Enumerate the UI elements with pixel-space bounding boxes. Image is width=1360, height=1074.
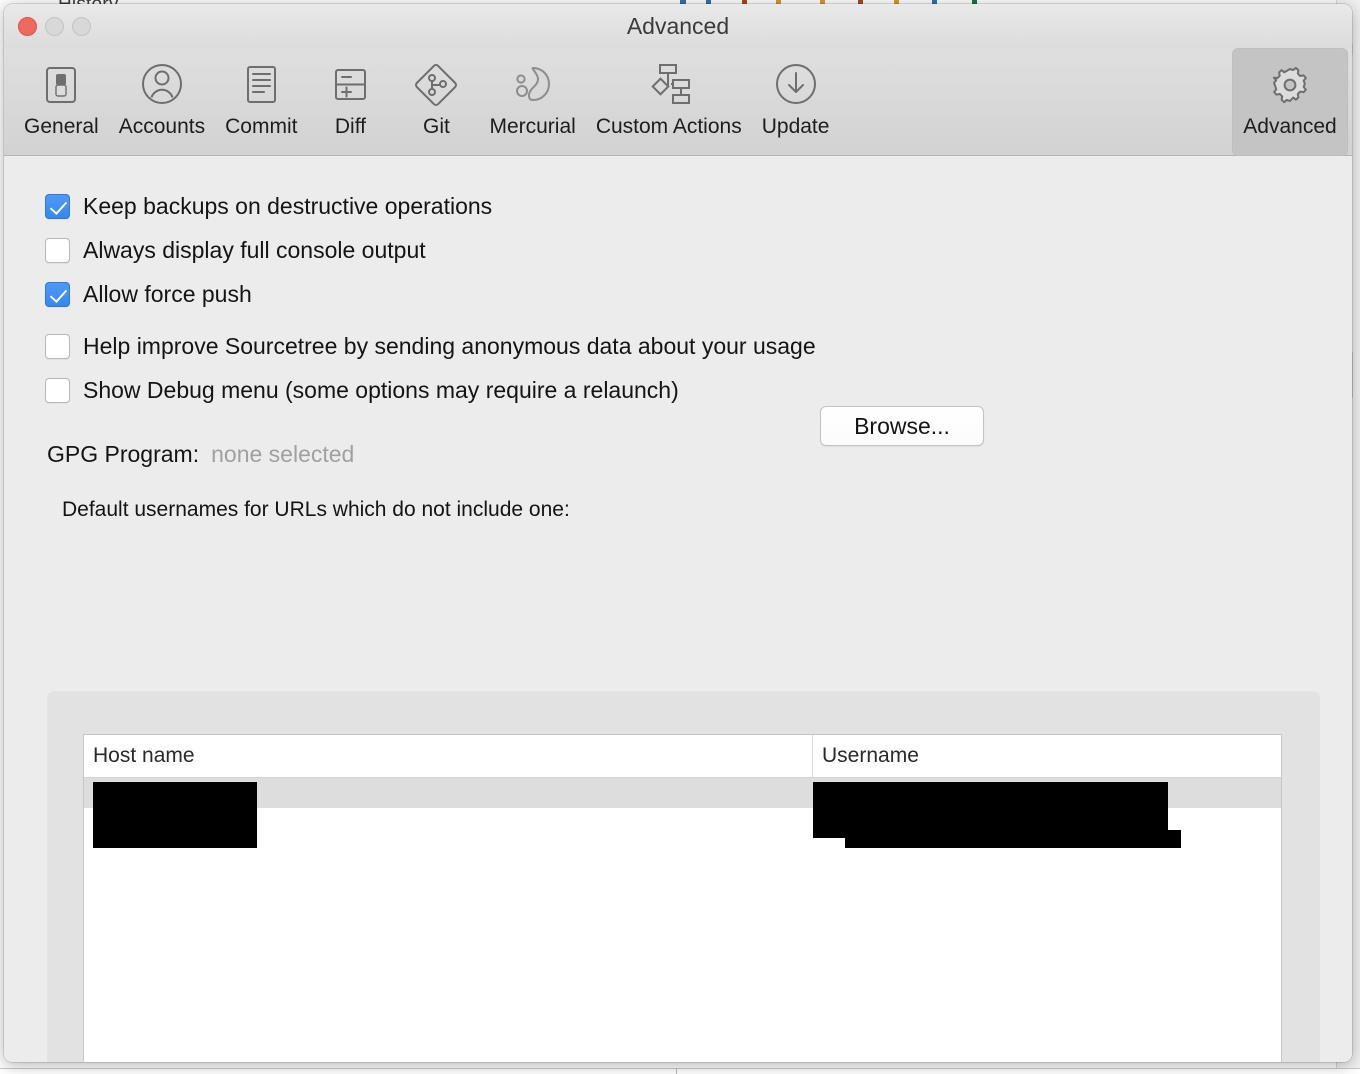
checkbox-show-debug-menu[interactable] [45,377,70,403]
option-label: Help improve Sourcetree by sending anony… [83,332,816,359]
toolbar-item-label: Mercurial [489,115,576,138]
option-row-keep-backups[interactable]: Keep backups on destructive operations [4,184,1352,228]
gpg-program-row: GPG Program: none selected [4,432,1352,476]
toolbar-item-label: Commit [225,115,298,138]
git-icon [410,56,462,114]
toolbar-item-label: General [24,115,99,138]
toolbar-item-label: Custom Actions [595,115,742,138]
usernames-table-header: Host name Username [84,735,1281,778]
gpg-program-label: GPG Program: [47,440,200,467]
diff-icon [327,56,373,114]
preferences-window: Advanced General Accounts Commit Diff Gi… [4,4,1352,1062]
toolbar-item-label: Accounts [118,115,206,138]
toolbar-item-git[interactable]: Git [393,48,479,156]
advanced-pane: Keep backups on destructive operations A… [4,156,1352,1062]
toolbar-item-advanced[interactable]: Advanced [1232,48,1348,156]
toolbar-item-diff[interactable]: Diff [307,48,393,156]
column-header-username[interactable]: Username [813,735,1281,777]
table-row[interactable] [84,804,1281,848]
option-row-full-console-output[interactable]: Always display full console output [4,228,1352,272]
checkbox-help-improve[interactable] [45,333,70,359]
option-label: Allow force push [83,280,252,307]
preferences-toolbar: General Accounts Commit Diff Git Mercuri… [4,48,1352,156]
toolbar-item-general[interactable]: General [14,48,109,156]
toolbar-item-label: Diff [334,115,367,138]
toolbar-item-custom-actions[interactable]: Custom Actions [586,48,752,156]
checkbox-full-console-output[interactable] [45,237,70,263]
accounts-icon [137,56,187,114]
cell-host-name [84,804,813,848]
window-titlebar: Advanced [4,4,1352,48]
redaction-block [93,804,257,848]
checkbox-keep-backups[interactable] [45,193,70,219]
default-usernames-label: Default usernames for URLs which do not … [62,498,570,521]
toolbar-item-mercurial[interactable]: Mercurial [479,48,585,156]
usernames-table[interactable]: Host name Username [83,734,1282,1062]
option-label: Keep backups on destructive operations [83,192,493,219]
checkbox-allow-force-push[interactable] [45,281,70,307]
toolbar-item-label: Advanced [1243,115,1337,138]
toolbar-item-label: Update [761,115,830,138]
background-bottom-divider [676,1068,677,1074]
background-bottom-seam [0,1068,1360,1074]
toolbar-item-accounts[interactable]: Accounts [109,48,215,156]
toolbar-item-label: Git [423,115,450,138]
commit-icon [238,56,284,114]
option-label: Always display full console output [83,236,426,263]
default-usernames-groupbox: Host name Username [47,691,1320,1062]
update-icon [771,56,821,114]
column-header-host-name[interactable]: Host name [84,735,813,777]
option-row-allow-force-push[interactable]: Allow force push [4,272,1352,316]
browse-button[interactable]: Browse... [820,406,984,446]
gpg-program-value: none selected [211,440,355,467]
cell-username [813,804,1281,848]
custom-actions-icon [643,56,695,114]
toolbar-item-update[interactable]: Update [752,48,840,156]
toolbar-item-commit[interactable]: Commit [215,48,307,156]
window-title: Advanced [626,13,730,39]
option-row-show-debug-menu[interactable]: Show Debug menu (some options may requir… [4,368,1352,412]
option-label: Show Debug menu (some options may requir… [83,376,679,403]
option-row-help-improve[interactable]: Help improve Sourcetree by sending anony… [4,324,1352,368]
redaction-block [845,830,1181,848]
general-icon [38,56,84,114]
gear-icon [1265,56,1315,114]
mercurial-icon [507,56,559,114]
